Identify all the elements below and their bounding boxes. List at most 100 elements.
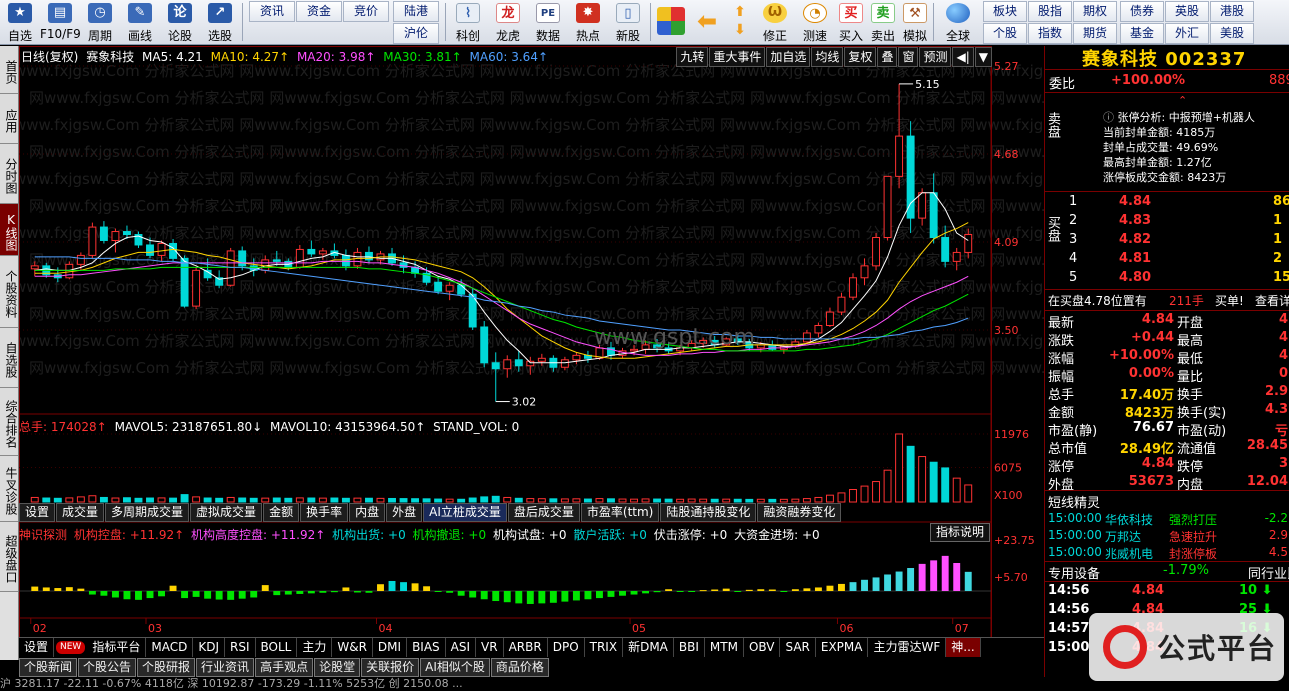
add-watchlist-button[interactable]: 加自选 (766, 47, 811, 67)
ind-tab-platform[interactable]: 指标平台 (87, 638, 147, 657)
ind-tab-bbi[interactable]: BBI (674, 638, 705, 657)
vol-tab-amount[interactable]: 金额 (263, 503, 300, 522)
news-tab-commodity[interactable]: 商品价格 (490, 658, 549, 677)
tab-intraday[interactable]: 分时图 (0, 144, 18, 204)
ind-tab-dmi[interactable]: DMI (373, 638, 408, 657)
toolbar-gegu-button[interactable]: 个股 (983, 23, 1027, 44)
toolbar-qiquan-button[interactable]: 期权 (1073, 1, 1117, 22)
toolbar-global-button[interactable]: 全球 (936, 0, 980, 45)
ind-tab-trix[interactable]: TRIX (585, 638, 624, 657)
news-tab-ai-similar[interactable]: AI相似个股 (420, 658, 490, 677)
ind-tab-bias[interactable]: BIAS (407, 638, 446, 657)
toolbar-draw-button[interactable]: ✎ 画线 (120, 0, 160, 45)
toolbar-zhishu-button[interactable]: 指数 (1028, 23, 1072, 44)
short-line-item[interactable]: 15:00:00 万邦达 急速拉升 2.9 (1045, 528, 1289, 546)
toolbar-simulate-button[interactable]: ⚒ 模拟 (899, 0, 931, 45)
tab-kline[interactable]: K线图 (0, 204, 18, 256)
toolbar-jingjia-button[interactable]: 竞价 (343, 1, 389, 22)
ma-button[interactable]: 均线 (811, 47, 844, 67)
toolbar-hot-button[interactable]: ✸ 热点 (568, 0, 608, 45)
toolbar-kechuang-button[interactable]: ⌇ 科创 (448, 0, 488, 45)
ind-tab-macd[interactable]: MACD (146, 638, 194, 657)
industry-compare-link[interactable]: 同行业比 (1248, 563, 1289, 582)
tab-diagnosis[interactable]: 牛叉诊股 (0, 456, 18, 522)
toolbar-waihui-button[interactable]: 外汇 (1165, 23, 1209, 44)
toolbar-correct-button[interactable]: Ѡ 修正 (755, 0, 795, 45)
news-tab-industry[interactable]: 行业资讯 (196, 658, 255, 677)
ind-tab-wr[interactable]: W&R (332, 638, 373, 657)
tab-super-quote[interactable]: 超级盘口 (0, 522, 18, 592)
tab-ranking[interactable]: 综合排名 (0, 388, 18, 456)
toolbar-layout-button[interactable] (653, 0, 689, 45)
ind-tab-shen[interactable]: 神... (946, 638, 981, 657)
collapse-icon[interactable]: ◀| (952, 47, 974, 67)
toolbar-bankuai-button[interactable]: 板块 (983, 1, 1027, 22)
toolbar-guzhi-button[interactable]: 股指 (1028, 1, 1072, 22)
tab-watchlist[interactable]: 自选股 (0, 328, 18, 388)
toolbar-newstock-button[interactable]: ▯ 新股 (608, 0, 648, 45)
buy-level-row[interactable]: 1 4.84 864 (1045, 194, 1289, 212)
toolbar-f10-button[interactable]: ▤ F10/F9 (40, 0, 81, 45)
ind-tab-expma[interactable]: EXPMA (816, 638, 869, 657)
vol-tab-settings[interactable]: 设置 (19, 503, 56, 522)
adjust-button[interactable]: 复权 (844, 47, 877, 67)
toolbar-jijin-button[interactable]: 基金 (1120, 23, 1164, 44)
short-line-item[interactable]: 15:00:00 华依科技 强烈打压 -2.2 (1045, 511, 1289, 529)
ind-tab-settings[interactable]: 设置 (19, 638, 55, 657)
buy-level-row[interactable]: 4 4.81 2 (1045, 251, 1289, 269)
ind-tab-asi[interactable]: ASI (446, 638, 477, 657)
ind-tab-arbr[interactable]: ARBR (504, 638, 548, 657)
vol-tab-volume[interactable]: 成交量 (56, 503, 105, 522)
toolbar-zixun-button[interactable]: 资讯 (249, 1, 295, 22)
overlay-button[interactable]: 叠 (877, 47, 898, 67)
vol-tab-hk-connect[interactable]: 陆股通持股变化 (660, 503, 757, 522)
news-tab-related[interactable]: 关联报价 (361, 658, 420, 677)
toolbar-data-button[interactable]: PE 数据 (528, 0, 568, 45)
view-detail-link[interactable]: 查看详 (1255, 292, 1289, 309)
chart-area[interactable]: 网www.fxjgsw.Com 分析家公式网 网www.fxjgsw.Com 分… (19, 46, 1044, 660)
toolbar-longhu-button[interactable]: 龙龙虎 (488, 0, 528, 45)
ind-tab-dpo[interactable]: DPO (548, 638, 585, 657)
tab-profile[interactable]: 个股资料 (0, 256, 18, 328)
toolbar-speed-button[interactable]: ◔ 测速 (795, 0, 835, 45)
major-event-button[interactable]: 重大事件 (709, 47, 766, 67)
ind-tab-rsi[interactable]: RSI (225, 638, 256, 657)
ind-tab-boll[interactable]: BOLL (256, 638, 298, 657)
toolbar-hulun-button[interactable]: 沪伦 (393, 23, 439, 44)
toolbar-cycle-button[interactable]: ◷ 周期 (80, 0, 120, 45)
ind-tab-radar[interactable]: 主力雷达WF (868, 638, 947, 657)
toolbar-meigu-button[interactable]: 美股 (1210, 23, 1254, 44)
ind-tab-vr[interactable]: VR (476, 638, 504, 657)
vol-tab-multi-period[interactable]: 多周期成交量 (105, 503, 190, 522)
ind-tab-mtm[interactable]: MTM (705, 638, 744, 657)
toolbar-back-button[interactable]: ⬅ (689, 0, 725, 45)
toolbar-sell-button[interactable]: 卖卖出 (867, 0, 899, 45)
tab-home[interactable]: 首页 (0, 46, 18, 94)
kline-chart-svg[interactable]: 网www.fxjgsw.Com 分析家公式网 网www.fxjgsw.Com 分… (19, 46, 1044, 660)
indicator-explain-button[interactable]: 指标说明 (930, 523, 991, 542)
dropdown-icon[interactable]: ▼ (974, 47, 992, 67)
buy-level-row[interactable]: 3 4.82 1 (1045, 232, 1289, 250)
vol-tab-inner[interactable]: 内盘 (349, 503, 386, 522)
toolbar-zhaiquan-button[interactable]: 债券 (1120, 1, 1164, 22)
news-tab-announcements[interactable]: 个股公告 (78, 658, 137, 677)
ind-tab-new-dma[interactable]: 新DMA (623, 638, 674, 657)
vol-tab-afterhours[interactable]: 盘后成交量 (507, 503, 580, 522)
ind-tab-sar[interactable]: SAR (780, 638, 816, 657)
buy-level-row[interactable]: 2 4.83 1 (1045, 213, 1289, 231)
toolbar-yinggu-button[interactable]: 英股 (1165, 1, 1209, 22)
news-tab-research[interactable]: 个股研报 (137, 658, 196, 677)
toolbar-qihuo-button[interactable]: 期货 (1073, 23, 1117, 44)
vol-tab-outer[interactable]: 外盘 (386, 503, 423, 522)
tab-apps[interactable]: 应用 (0, 94, 18, 144)
toolbar-buy-button[interactable]: 买买入 (835, 0, 867, 45)
collapse-up-icon[interactable]: ⌃ (1178, 94, 1187, 107)
buy-level-row[interactable]: 5 4.80 15 (1045, 270, 1289, 288)
toolbar-zijin-button[interactable]: 资金 (296, 1, 342, 22)
toolbar-lugang-button[interactable]: 陆港 (393, 1, 439, 22)
ind-tab-main[interactable]: 主力 (297, 638, 333, 657)
toolbar-discuss-button[interactable]: 论论股 (160, 0, 200, 45)
vol-tab-margin[interactable]: 融资融券变化 (757, 503, 842, 522)
toolbar-ganggu-button[interactable]: 港股 (1210, 1, 1254, 22)
toolbar-updown-button[interactable]: ⬆ ⬇ (725, 0, 755, 45)
